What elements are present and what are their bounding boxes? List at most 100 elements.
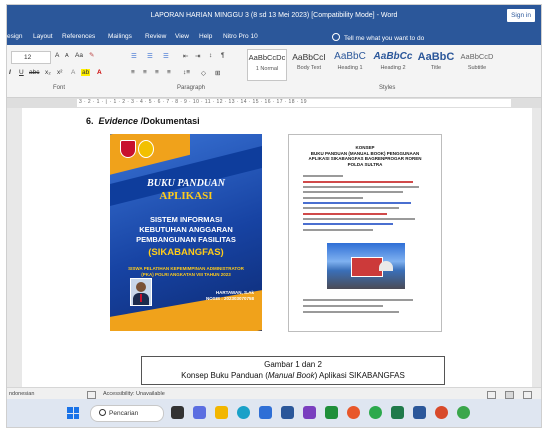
edge-icon[interactable] — [237, 406, 250, 419]
tell-me-box[interactable]: Tell me what you want to do — [332, 33, 424, 42]
style-title[interactable]: AaBbC Title — [416, 49, 456, 79]
style-name: 1 Normal — [255, 66, 279, 72]
unit-emblem-icon — [138, 140, 154, 158]
document-page[interactable]: 6. Evidence /Dokumentasi BUKU PANDUAN AP… — [22, 108, 532, 387]
chat-icon[interactable] — [193, 406, 206, 419]
cover-training: SISWA PELATIHAN KEPEMIMPINAN ADMINISTRAT… — [128, 266, 244, 277]
sort-icon[interactable]: ↕ — [209, 52, 212, 59]
heading-number: 6. — [86, 116, 94, 126]
clear-formatting-icon[interactable]: ✎ — [89, 51, 94, 59]
photos-icon[interactable] — [303, 406, 316, 419]
powerpoint-icon[interactable] — [435, 406, 448, 419]
print-layout-icon[interactable] — [505, 391, 514, 399]
language-status[interactable]: ndonesian — [9, 391, 34, 397]
heading-italic: Evidence — [98, 116, 139, 126]
ruler-ticks: 3 · 2 · 1 · ⌊ · 1 · 2 · 3 · 4 · 5 · 6 · … — [79, 99, 307, 105]
firefox-icon[interactable] — [347, 406, 360, 419]
konsep-title: KONSEP BUKU PANDUAN (MANUAL BOOK) PENGGU… — [308, 145, 422, 167]
tab-design[interactable]: esign — [7, 33, 23, 40]
style-body-text[interactable]: AaBbCcI Body Text — [289, 49, 329, 79]
file-explorer-icon[interactable] — [215, 406, 228, 419]
konsep-page-image[interactable]: KONSEP BUKU PANDUAN (MANUAL BOOK) PENGGU… — [288, 134, 442, 332]
store-icon[interactable] — [259, 406, 272, 419]
superscript-button[interactable]: x² — [57, 69, 62, 76]
increase-indent-icon[interactable]: ⇥ — [195, 52, 200, 60]
ribbon-tabs: esign Layout References Mailings Review … — [7, 27, 541, 45]
figure-caption: Gambar 1 dan 2 Konsep Buku Panduan (Manu… — [141, 356, 445, 385]
tab-nitro-pro[interactable]: Nitro Pro 10 — [223, 33, 258, 40]
tab-view[interactable]: View — [175, 33, 189, 40]
numbering-icon[interactable]: ☰ — [147, 52, 153, 60]
strikethrough-button[interactable]: abc — [29, 69, 39, 76]
shrink-font-icon[interactable]: A — [65, 53, 69, 59]
search-label: Pencarian — [109, 410, 139, 417]
show-marks-icon[interactable]: ¶ — [221, 52, 225, 59]
cover-acronym: (SIKABANGFAS) — [148, 247, 224, 258]
bullets-icon[interactable]: ☰ — [131, 52, 137, 60]
document-area[interactable]: 6. Evidence /Dokumentasi BUKU PANDUAN AP… — [7, 108, 541, 387]
text-effects-icon[interactable]: A — [71, 69, 75, 76]
align-center-icon[interactable]: ≡ — [143, 69, 147, 76]
taskbar: Pencarian — [7, 399, 541, 427]
justify-icon[interactable]: ≡ — [167, 69, 171, 76]
police-emblem-icon — [120, 140, 136, 158]
tab-mailings[interactable]: Mailings — [108, 33, 132, 40]
grow-font-icon[interactable]: A — [55, 52, 59, 59]
search-icon — [99, 409, 106, 416]
web-layout-icon[interactable] — [523, 391, 532, 399]
section-heading: 6. Evidence /Dokumentasi — [86, 116, 200, 126]
font-size-select[interactable]: 12 — [11, 51, 51, 64]
tell-me-text: Tell me what you want to do — [344, 35, 425, 42]
sign-in-button[interactable]: Sign in — [507, 9, 535, 22]
shading-icon[interactable]: ◇ — [201, 69, 206, 77]
horizontal-ruler[interactable]: 3 · 2 · 1 · ⌊ · 1 · 2 · 3 · 4 · 5 · 6 · … — [7, 98, 541, 108]
app-icon[interactable] — [457, 406, 470, 419]
task-view-icon[interactable] — [171, 406, 184, 419]
caption-line1: Gambar 1 dan 2 — [264, 360, 322, 369]
read-mode-icon[interactable] — [487, 391, 496, 399]
paragraph-group-label: Paragraph — [177, 85, 206, 91]
word-taskbar-icon[interactable] — [281, 406, 294, 419]
style-heading-1[interactable]: AaBbC Heading 1 — [331, 49, 369, 79]
tab-review[interactable]: Review — [145, 33, 166, 40]
italic-button[interactable]: I — [9, 69, 11, 76]
accessibility-status[interactable]: Accessibility: Unavailable — [103, 391, 165, 397]
style-subtitle[interactable]: AaBbCcD Subtitle — [458, 49, 496, 79]
style-normal[interactable]: AaBbCcDc 1 Normal — [247, 49, 287, 81]
cover-title-line2: APLIKASI — [159, 190, 213, 202]
subscript-button[interactable]: x₂ — [45, 69, 51, 76]
line-spacing-icon[interactable]: ↕≡ — [183, 69, 190, 76]
tab-layout[interactable]: Layout — [33, 33, 53, 40]
style-name: Body Text — [296, 65, 322, 71]
align-right-icon[interactable]: ≡ — [155, 69, 159, 76]
heading-rest: /Dokumentasi — [138, 116, 200, 126]
track-changes-icon[interactable] — [87, 391, 96, 399]
highlight-icon[interactable]: ab — [81, 69, 91, 76]
author-photo — [130, 278, 152, 306]
decrease-indent-icon[interactable]: ⇤ — [183, 52, 188, 60]
style-preview: AaBbCcI — [292, 52, 326, 62]
style-heading-2[interactable]: AaBbCc Heading 2 — [372, 49, 414, 79]
style-name: Heading 1 — [337, 65, 363, 71]
align-left-icon[interactable]: ≡ — [131, 69, 135, 76]
excel-icon[interactable] — [391, 406, 404, 419]
multilevel-list-icon[interactable]: ☰ — [163, 52, 169, 60]
style-preview: AaBbC — [334, 51, 366, 62]
xbox-icon[interactable] — [325, 406, 338, 419]
change-case-icon[interactable]: Aa — [75, 52, 83, 59]
word-icon[interactable] — [413, 406, 426, 419]
chrome-icon[interactable] — [369, 406, 382, 419]
app-screenshot-image — [327, 243, 405, 289]
borders-icon[interactable]: ⊞ — [215, 69, 220, 77]
tab-references[interactable]: References — [62, 33, 95, 40]
font-color-icon[interactable]: A — [97, 69, 102, 76]
underline-button[interactable]: U — [19, 69, 24, 76]
cover-author: HARTAWAN, S.Ak NOSIS : 202303070758 — [205, 290, 254, 301]
windows-start-icon[interactable] — [67, 407, 79, 419]
styles-group-label: Styles — [379, 85, 396, 91]
taskbar-search[interactable]: Pencarian — [90, 405, 164, 422]
tab-help[interactable]: Help — [199, 33, 212, 40]
font-group-label: Font — [53, 85, 66, 91]
cover-image[interactable]: BUKU PANDUAN APLIKASI SISTEM INFORMASI K… — [110, 134, 262, 331]
style-name: Heading 2 — [380, 65, 406, 71]
